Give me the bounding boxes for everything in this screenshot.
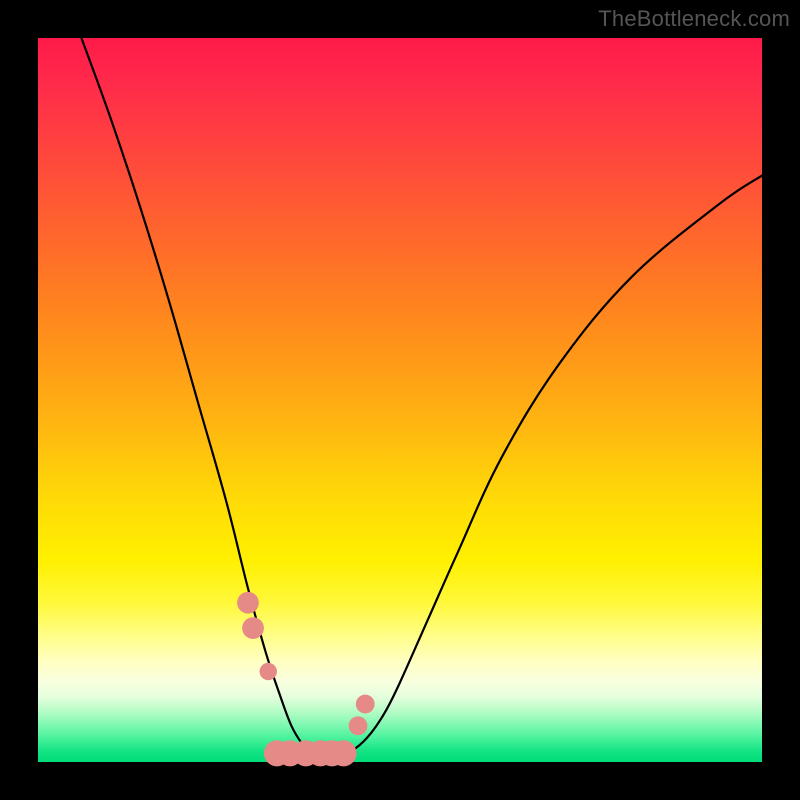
bottleneck-curve	[81, 38, 762, 756]
chart-frame: TheBottleneck.com	[0, 0, 800, 800]
highlight-marker	[330, 740, 356, 766]
highlight-marker	[349, 716, 368, 735]
highlight-markers	[237, 592, 375, 766]
watermark-text: TheBottleneck.com	[598, 6, 790, 32]
highlight-marker	[237, 592, 259, 614]
highlight-marker	[260, 663, 277, 680]
highlight-marker	[356, 695, 375, 714]
highlight-marker	[242, 617, 264, 639]
plot-area	[38, 38, 762, 762]
curve-layer	[38, 38, 762, 762]
